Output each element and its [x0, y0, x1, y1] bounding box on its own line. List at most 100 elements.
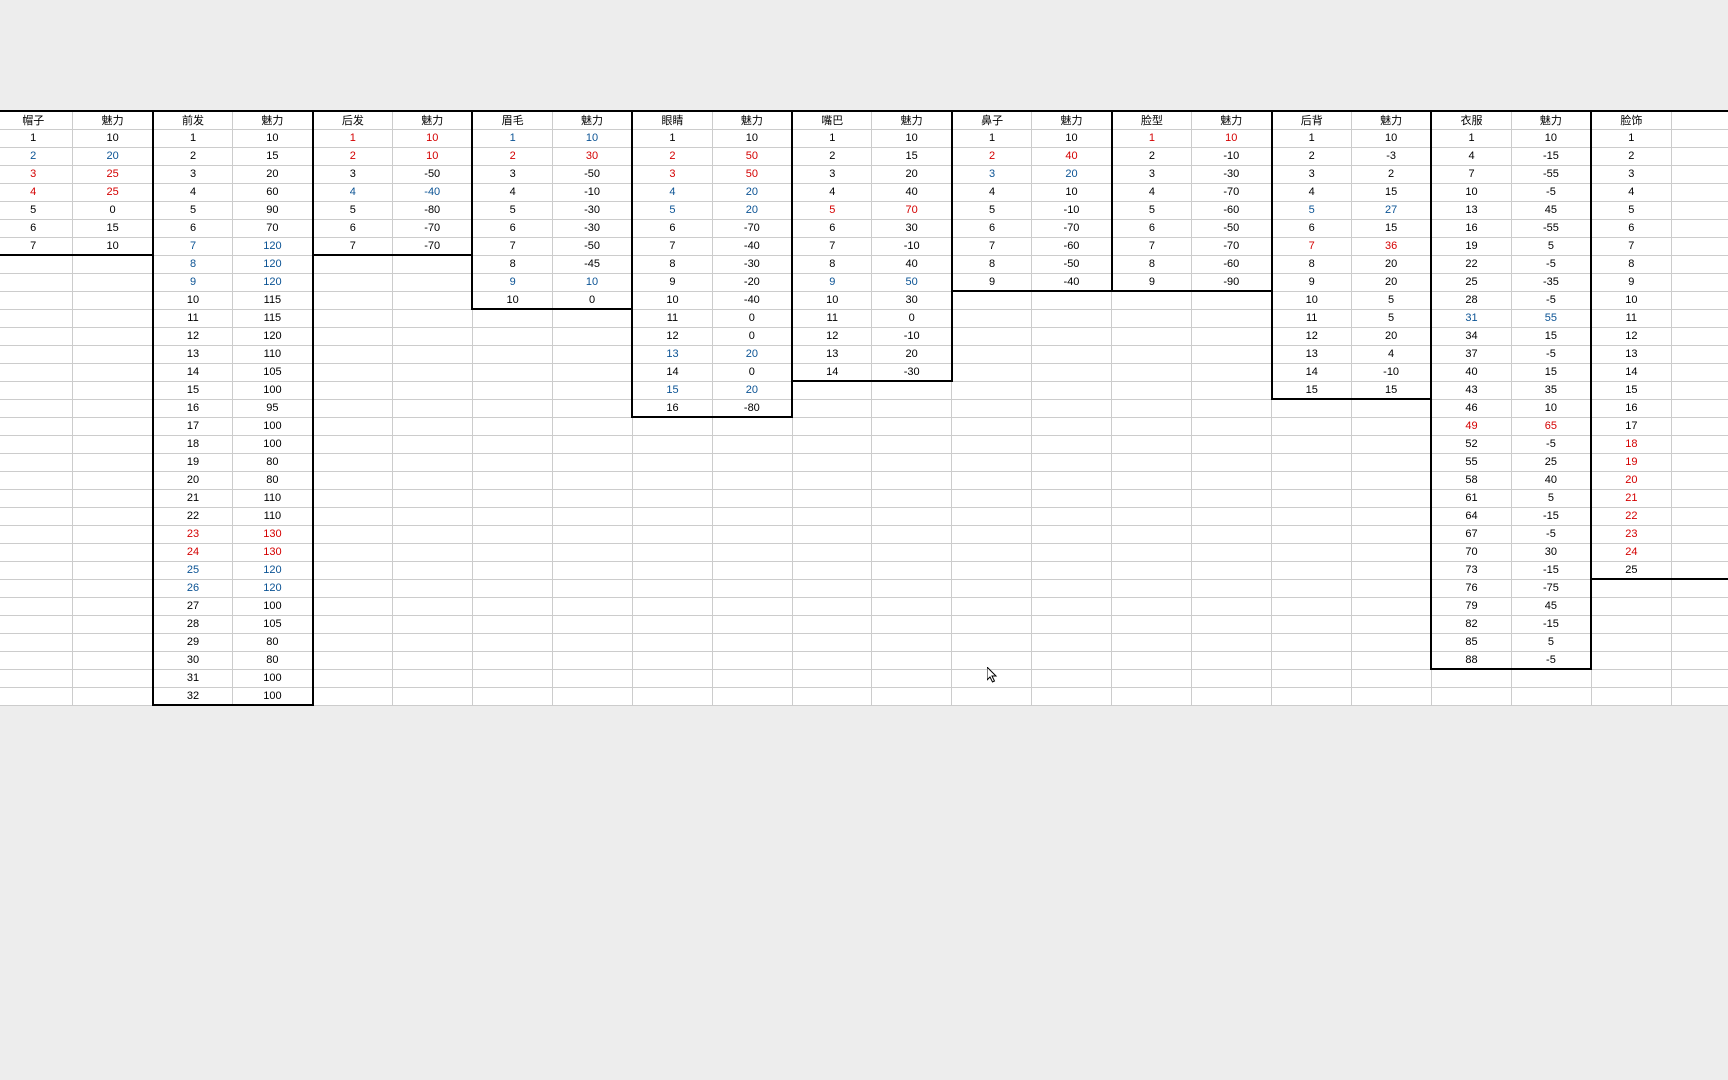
cell-value[interactable]: 30 [552, 147, 632, 165]
cell-index[interactable]: 9 [952, 273, 1032, 291]
cell-index[interactable]: 10 [792, 291, 872, 309]
cell-index[interactable]: 2 [1272, 147, 1352, 165]
cell-value[interactable]: 105 [233, 363, 313, 381]
cell-value[interactable]: 15 [233, 147, 313, 165]
cell-value[interactable] [1671, 327, 1728, 345]
cell-index[interactable]: 9 [1591, 273, 1671, 291]
cell-value[interactable]: 5 [1511, 237, 1591, 255]
cell-value[interactable]: -20 [712, 273, 792, 291]
cell-index[interactable] [0, 507, 73, 525]
cell-index[interactable]: 29 [153, 633, 233, 651]
cell-index[interactable] [632, 543, 712, 561]
cell-value[interactable] [1032, 327, 1112, 345]
cell-index[interactable] [1112, 399, 1192, 417]
cell-index[interactable] [1272, 669, 1352, 687]
cell-index[interactable]: 24 [1591, 543, 1671, 561]
cell-index[interactable]: 6 [792, 219, 872, 237]
cell-index[interactable] [313, 543, 393, 561]
cell-value[interactable] [1671, 633, 1728, 651]
cell-value[interactable]: 80 [233, 633, 313, 651]
cell-value[interactable]: 65 [1511, 417, 1591, 435]
cell-value[interactable] [872, 381, 952, 399]
cell-index[interactable] [632, 597, 712, 615]
cell-value[interactable] [73, 273, 153, 291]
cell-index[interactable] [1272, 561, 1352, 579]
cell-value[interactable] [1351, 561, 1431, 579]
cell-value[interactable] [872, 471, 952, 489]
cell-value[interactable] [1032, 471, 1112, 489]
cell-index[interactable] [952, 507, 1032, 525]
cell-index[interactable]: 7 [1112, 237, 1192, 255]
cell-value[interactable] [393, 579, 473, 597]
cell-value[interactable] [1671, 435, 1728, 453]
cell-index[interactable] [952, 669, 1032, 687]
cell-value[interactable]: 15 [1351, 219, 1431, 237]
cell-value[interactable]: 20 [712, 183, 792, 201]
cell-index[interactable] [952, 687, 1032, 705]
cell-value[interactable]: -50 [552, 165, 632, 183]
cell-index[interactable] [952, 381, 1032, 399]
cell-value[interactable]: 5 [1511, 633, 1591, 651]
cell-value[interactable]: -10 [552, 183, 632, 201]
cell-value[interactable] [1192, 561, 1272, 579]
cell-value[interactable] [872, 543, 952, 561]
cell-value[interactable]: 60 [233, 183, 313, 201]
cell-index[interactable]: 6 [0, 219, 73, 237]
cell-index[interactable] [472, 687, 552, 705]
cell-value[interactable] [1671, 687, 1728, 705]
cell-value[interactable] [1671, 399, 1728, 417]
cell-index[interactable]: 18 [153, 435, 233, 453]
cell-index[interactable]: 31 [153, 669, 233, 687]
cell-value[interactable]: -5 [1511, 651, 1591, 669]
cell-index[interactable] [632, 579, 712, 597]
cell-index[interactable]: 6 [1591, 219, 1671, 237]
cell-value[interactable]: 27 [1351, 201, 1431, 219]
cell-index[interactable] [1431, 687, 1511, 705]
cell-index[interactable] [1112, 669, 1192, 687]
cell-value[interactable]: -50 [552, 237, 632, 255]
cell-value[interactable] [1032, 597, 1112, 615]
cell-index[interactable]: 11 [632, 309, 712, 327]
cell-value[interactable]: 20 [1351, 255, 1431, 273]
cell-value[interactable]: -15 [1511, 561, 1591, 579]
cell-value[interactable] [552, 525, 632, 543]
cell-index[interactable]: 52 [1431, 435, 1511, 453]
cell-index[interactable]: 4 [0, 183, 73, 201]
cell-value[interactable] [552, 633, 632, 651]
cell-value[interactable] [1032, 363, 1112, 381]
cell-index[interactable]: 21 [153, 489, 233, 507]
cell-value[interactable]: 40 [1032, 147, 1112, 165]
cell-value[interactable] [1511, 687, 1591, 705]
cell-value[interactable]: -70 [393, 237, 473, 255]
cell-index[interactable]: 73 [1431, 561, 1511, 579]
cell-index[interactable]: 28 [1431, 291, 1511, 309]
cell-index[interactable] [1112, 291, 1192, 309]
cell-index[interactable]: 9 [1272, 273, 1352, 291]
cell-value[interactable] [73, 651, 153, 669]
cell-value[interactable] [1671, 345, 1728, 363]
cell-value[interactable] [712, 489, 792, 507]
cell-index[interactable] [0, 363, 73, 381]
cell-index[interactable] [313, 345, 393, 363]
cell-value[interactable]: -15 [1511, 615, 1591, 633]
cell-index[interactable]: 8 [952, 255, 1032, 273]
cell-index[interactable]: 15 [1272, 381, 1352, 399]
cell-index[interactable]: 10 [632, 291, 712, 309]
cell-index[interactable]: 6 [1272, 219, 1352, 237]
cell-index[interactable]: 13 [1431, 201, 1511, 219]
cell-index[interactable]: 2 [0, 147, 73, 165]
cell-index[interactable]: 3 [1591, 165, 1671, 183]
cell-index[interactable] [313, 507, 393, 525]
cell-value[interactable]: -15 [1511, 507, 1591, 525]
cell-value[interactable] [872, 417, 952, 435]
cell-value[interactable] [1671, 363, 1728, 381]
cell-index[interactable]: 1 [792, 129, 872, 147]
cell-index[interactable]: 2 [153, 147, 233, 165]
cell-index[interactable]: 3 [472, 165, 552, 183]
cell-value[interactable] [552, 417, 632, 435]
cell-index[interactable] [472, 381, 552, 399]
cell-value[interactable] [872, 651, 952, 669]
cell-value[interactable] [712, 579, 792, 597]
cell-index[interactable] [0, 381, 73, 399]
cell-index[interactable]: 3 [792, 165, 872, 183]
